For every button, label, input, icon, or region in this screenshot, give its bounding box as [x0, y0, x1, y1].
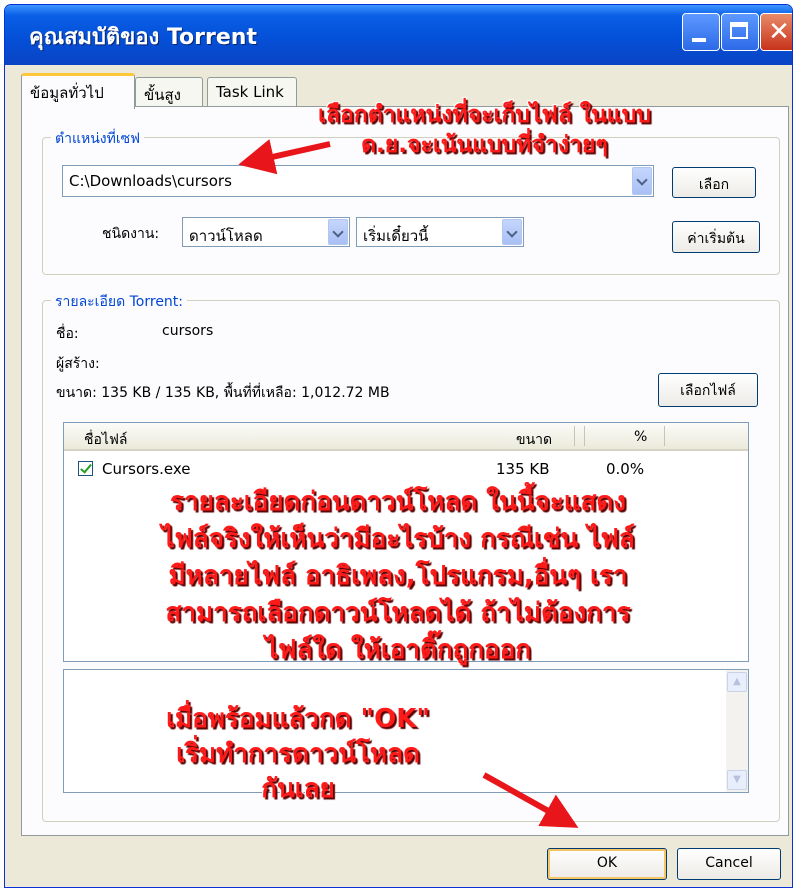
chevron-down-icon[interactable]: [328, 219, 348, 245]
tab-task-link[interactable]: Task Link: [207, 77, 297, 107]
file-size-cell: 135 KB: [496, 460, 550, 478]
column-percent[interactable]: %: [634, 429, 647, 445]
annotation-middle-line: มีหลายไฟล์ อาธิเพลง,โปรแกรม,อื่นๆ เรา: [168, 561, 628, 591]
select-files-button[interactable]: เลือกไฟล์: [658, 373, 758, 407]
browse-button[interactable]: เลือก: [672, 167, 756, 198]
task-type-select[interactable]: ดาวน์โหลด: [182, 217, 350, 247]
annotation-bottom: เมื่อพร้อมแล้วกด "OK" เริ่มทำการดาวน์โหล…: [118, 702, 478, 807]
name-label: ชื่อ:: [56, 326, 79, 342]
annotation-top-line: เลือกตำแหน่งที่จะเก็บไฟล์ ในแบบ: [318, 102, 651, 128]
save-path-combo[interactable]: C:\Downloads\cursors: [62, 165, 654, 197]
annotation-bottom-line: เมื่อพร้อมแล้วกด "OK": [166, 704, 430, 734]
annotation-middle: รายละเอียดก่อนดาวน์โหลด ในนี้จะแสดง ไฟล์…: [78, 484, 718, 669]
defaults-button[interactable]: ค่าเริ่มต้น: [672, 221, 760, 253]
file-list-header: ชื่อไฟล์ ขนาด %: [64, 423, 748, 451]
column-divider[interactable]: [574, 426, 575, 446]
annotation-middle-line: สามารถเลือกดาวน์โหลดได้ ถ้าไม่ต้องการ: [165, 598, 631, 628]
title-bar[interactable]: คุณสมบัติของ Torrent ✕: [5, 5, 792, 65]
tab-general[interactable]: ข้อมูลทั่วไป: [21, 73, 135, 109]
task-type-value: ดาวน์โหลด: [189, 227, 263, 245]
file-checkbox[interactable]: [78, 461, 93, 476]
column-divider[interactable]: [584, 426, 585, 446]
start-mode-select[interactable]: เริ่มเดี๋ยวนี้: [356, 217, 524, 247]
torrent-name-value: cursors: [162, 323, 214, 339]
chevron-down-icon[interactable]: [632, 167, 652, 195]
creator-label: ผู้สร้าง:: [56, 356, 100, 372]
torrent-details-legend: รายละเอียด Torrent:: [51, 291, 188, 313]
vertical-scrollbar[interactable]: ▲ ▼: [726, 670, 748, 792]
annotation-middle-line: ไฟล์ใด ให้เอาติ๊กถูกออก: [264, 635, 532, 665]
annotation-bottom-line: กันเลย: [261, 774, 335, 804]
annotation-middle-line: ไฟล์จริงให้เห็นว่ามีอะไรบ้าง กรณีเช่น ไฟ…: [161, 524, 635, 554]
column-divider[interactable]: [664, 426, 665, 446]
start-mode-value: เริ่มเดี๋ยวนี้: [363, 227, 429, 245]
annotation-middle-line: รายละเอียดก่อนดาวน์โหลด ในนี้จะแสดง: [170, 487, 626, 517]
save-location-legend: ตำแหน่งที่เซฟ: [51, 128, 145, 150]
chevron-down-icon[interactable]: [502, 219, 522, 245]
maximize-button[interactable]: [721, 13, 759, 51]
tab-advanced[interactable]: ขั้นสูง: [135, 77, 203, 107]
close-button[interactable]: ✕: [760, 13, 792, 51]
task-type-label: ชนิดงาน:: [102, 226, 160, 242]
annotation-top: เลือกตำแหน่งที่จะเก็บไฟล์ ในแบบ ด.ย.จะเน…: [318, 100, 651, 160]
ok-button[interactable]: OK: [547, 848, 667, 880]
column-size[interactable]: ขนาด: [516, 429, 552, 451]
cancel-button[interactable]: Cancel: [677, 848, 781, 880]
annotation-top-line: ด.ย.จะเน้นแบบที่จำง่ายๆ: [361, 132, 608, 158]
scroll-up-icon[interactable]: ▲: [727, 672, 747, 692]
file-percent-cell: 0.0%: [606, 460, 645, 478]
minimize-button[interactable]: [682, 13, 720, 51]
file-name-cell: Cursors.exe: [102, 460, 191, 478]
save-path-value: C:\Downloads\cursors: [69, 172, 232, 190]
column-file-name[interactable]: ชื่อไฟล์: [84, 429, 127, 451]
scroll-down-icon[interactable]: ▼: [727, 770, 747, 790]
close-icon: ✕: [768, 17, 790, 47]
window-title: คุณสมบัติของ Torrent: [29, 25, 257, 50]
size-info: ขนาด: 135 KB / 135 KB, พื้นที่ที่เหลือ: …: [56, 385, 390, 401]
annotation-bottom-line: เริ่มทำการดาวน์โหลด: [176, 739, 420, 769]
